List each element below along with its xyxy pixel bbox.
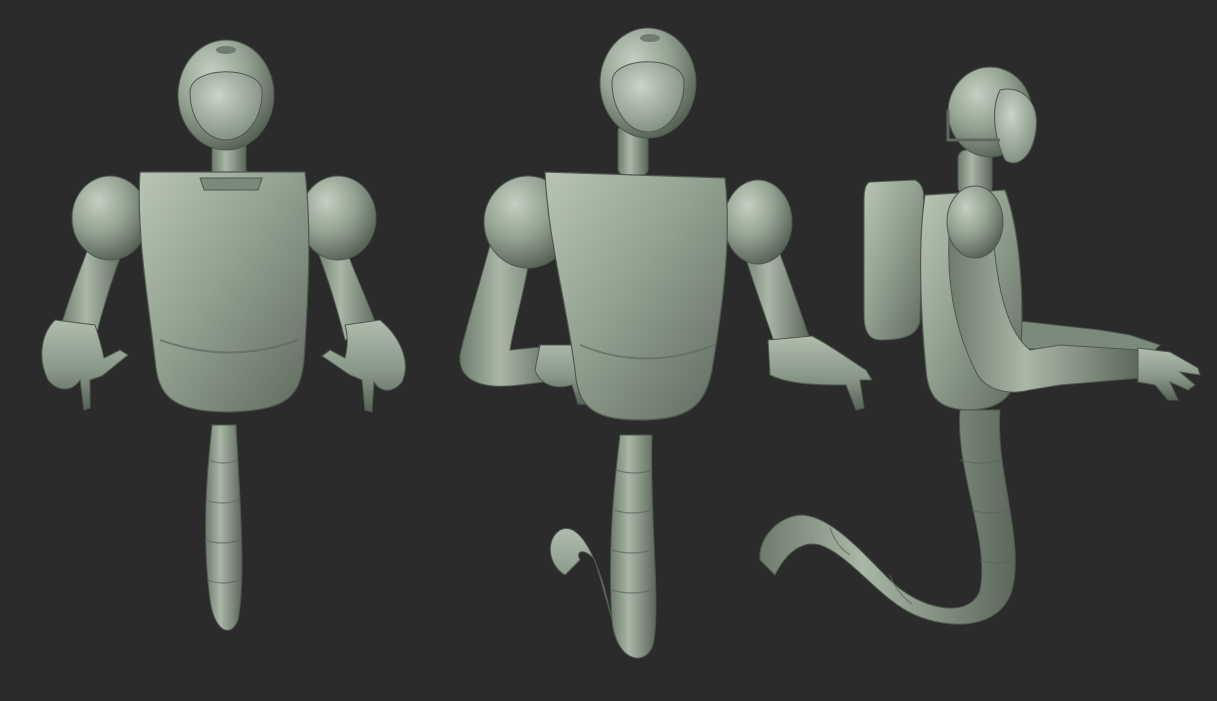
backpack <box>863 179 925 341</box>
shoulder-pad <box>946 185 1004 259</box>
tail-hose <box>205 424 243 631</box>
render-canvas <box>41 27 1201 659</box>
right-shoulder-pad <box>723 179 793 265</box>
tail-hose <box>759 409 1016 625</box>
right-shoulder-pad <box>299 175 377 261</box>
left-shoulder-pad <box>71 175 149 261</box>
right-glove <box>767 335 873 411</box>
torso-vest <box>138 171 310 413</box>
sculpt-viewport <box>0 0 1217 701</box>
front-glove <box>1137 347 1201 401</box>
tail-hose <box>609 434 657 659</box>
left-glove <box>41 319 129 411</box>
helmet <box>177 39 275 151</box>
helmet <box>599 27 697 139</box>
robot-figure-front-view <box>41 39 406 631</box>
robot-figure-three-quarter-view <box>459 27 873 659</box>
right-glove <box>321 319 406 413</box>
helmet <box>946 66 1037 164</box>
